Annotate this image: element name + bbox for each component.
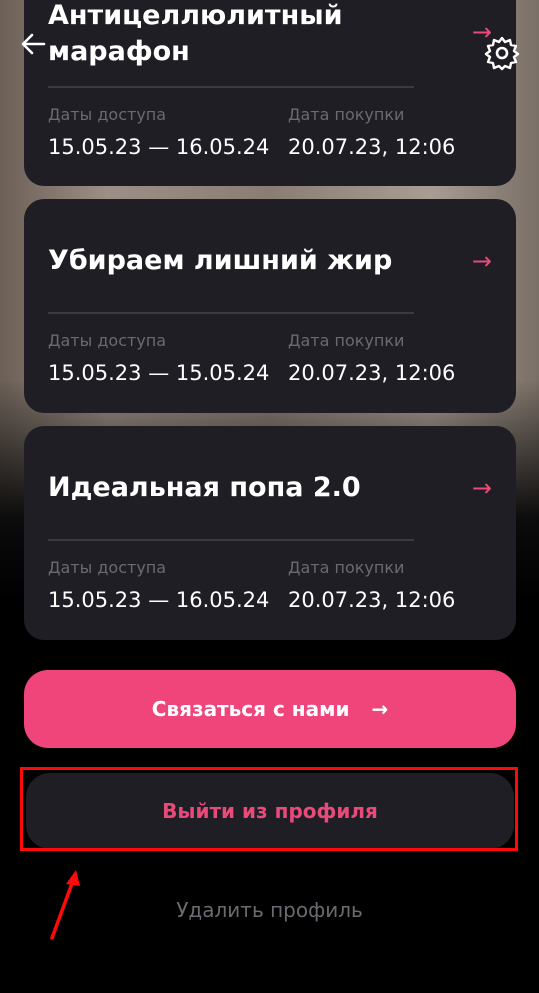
contact-us-label: Связаться с нами: [151, 697, 350, 721]
card-divider: [48, 86, 414, 88]
course-card-1[interactable]: Антицеллюлитный марафон → Даты доступа Д…: [24, 0, 516, 186]
access-value: 15.05.23 — 16.05.24: [48, 588, 270, 612]
purchase-label: Дата покупки: [288, 558, 405, 577]
back-arrow-icon[interactable]: [18, 28, 50, 71]
purchase-value: 20.07.23, 12:06: [288, 135, 456, 159]
annotation-highlight-box: [20, 767, 518, 851]
arrow-right-icon: →: [471, 247, 492, 275]
gear-icon[interactable]: [483, 34, 521, 72]
delete-profile-link[interactable]: Удалить профиль: [0, 898, 539, 922]
course-card-3[interactable]: Идеальная попа 2.0 → Даты доступа Дата п…: [24, 426, 516, 640]
arrow-right-icon: →: [371, 697, 389, 721]
purchase-value: 20.07.23, 12:06: [288, 361, 456, 385]
card-title: Идеальная попа 2.0: [48, 472, 361, 503]
gear-svg: [484, 36, 520, 71]
card-title-line-2: марафон: [48, 36, 190, 67]
purchase-label: Дата покупки: [288, 105, 405, 124]
access-value: 15.05.23 — 16.05.24: [48, 135, 270, 159]
access-value: 15.05.23 — 15.05.24: [48, 361, 270, 385]
access-label: Даты доступа: [48, 558, 167, 577]
purchase-label: Дата покупки: [288, 331, 405, 350]
contact-us-button[interactable]: Связаться с нами →: [24, 670, 516, 748]
purchase-value: 20.07.23, 12:06: [288, 588, 456, 612]
card-title-line-1: Антицеллюлитный: [48, 0, 343, 31]
card-title: Убираем лишний жир: [48, 245, 393, 276]
arrow-right-icon: →: [471, 474, 492, 502]
card-title: Антицеллюлитный марафон: [48, 0, 343, 70]
access-label: Даты доступа: [48, 105, 167, 124]
access-label: Даты доступа: [48, 331, 167, 350]
course-card-2[interactable]: Убираем лишний жир → Даты доступа Дата п…: [24, 199, 516, 413]
back-arrow-svg: [21, 33, 46, 55]
card-divider: [48, 539, 414, 541]
card-divider: [48, 312, 414, 314]
